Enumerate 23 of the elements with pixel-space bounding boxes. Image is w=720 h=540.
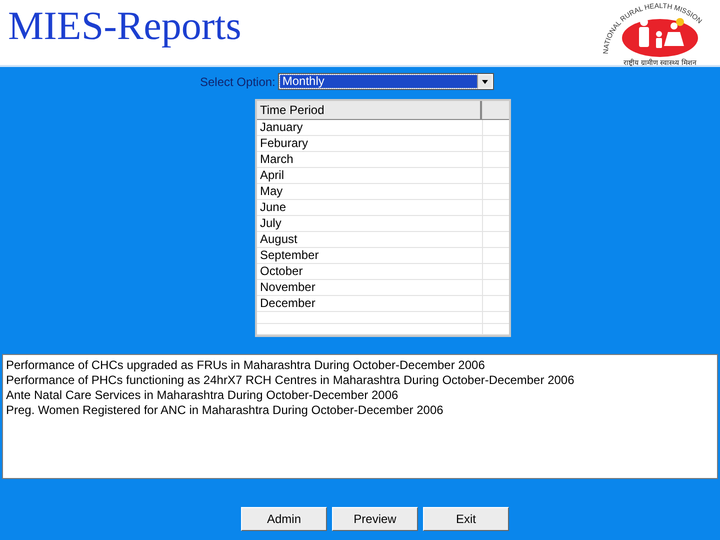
action-button[interactable]: Exit <box>423 507 509 531</box>
month-cell[interactable]: June <box>257 200 482 215</box>
month-cell[interactable]: September <box>257 248 482 263</box>
app-title: MIES-Reports <box>8 2 242 50</box>
month-cell[interactable]: July <box>257 216 482 231</box>
report-item[interactable]: Ante Natal Care Services in Maharashtra During October-December 2006 <box>6 388 714 403</box>
caret-icon <box>482 80 488 84</box>
report-item[interactable]: Preg. Women Registered for ANC in Maharashtra During October-December 2006 <box>6 403 714 418</box>
month-cell[interactable]: October <box>257 264 482 279</box>
month-cell[interactable]: March <box>257 152 482 167</box>
option-dropdown[interactable]: Monthly <box>278 73 494 90</box>
report-item[interactable]: Performance of PHCs functioning as 24hrX7 RCH Centres in Maharashtra During October-December 2006 <box>6 373 714 388</box>
select-option-label: Select Option: <box>200 74 276 88</box>
month-cell[interactable]: May <box>257 184 482 199</box>
month-cell[interactable]: November <box>257 280 482 295</box>
month-cell[interactable]: January <box>257 120 482 135</box>
action-button[interactable]: Admin <box>241 507 327 531</box>
report-item[interactable]: Performance of CHCs upgraded as FRUs in Maharashtra During October-December 2006 <box>6 358 714 373</box>
month-cell[interactable]: December <box>257 296 482 311</box>
month-cell[interactable]: Feburary <box>257 136 482 151</box>
month-cell[interactable]: August <box>257 232 482 247</box>
action-button[interactable]: Preview <box>332 507 418 531</box>
month-cell[interactable]: April <box>257 168 482 183</box>
